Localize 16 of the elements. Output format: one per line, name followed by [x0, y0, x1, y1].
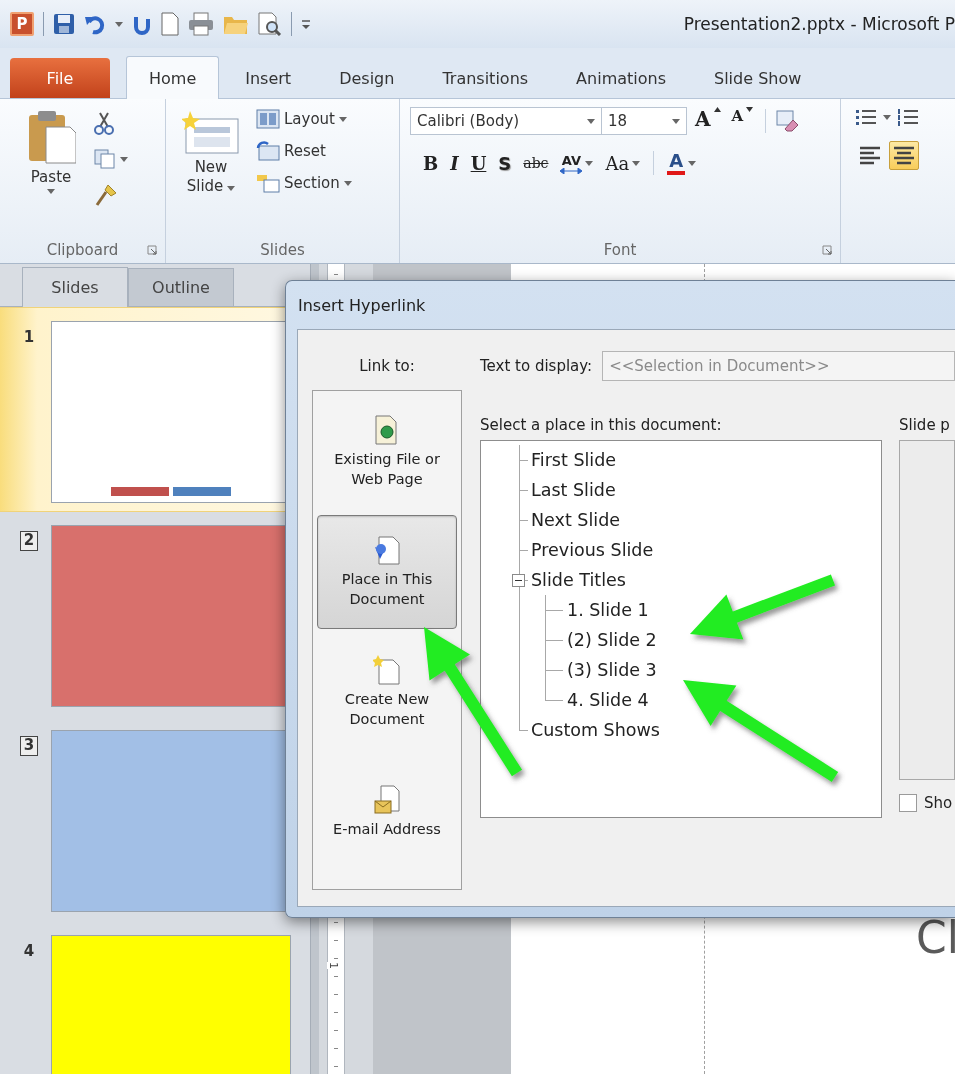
window-title: Presentation2.pptx - Microsoft P	[683, 14, 955, 34]
group-label: Clipboard	[46, 241, 119, 259]
group-label: Slides	[260, 241, 305, 259]
link-to-label: Link to:	[359, 357, 415, 375]
slide-number: 1	[22, 327, 36, 347]
ruler-label: 1	[327, 962, 340, 969]
checkbox-label: Sho	[924, 794, 953, 812]
slide-number: 4	[22, 941, 36, 961]
app-icon: P	[10, 12, 34, 36]
tree-label: Select a place in this document:	[480, 416, 722, 434]
hidden-slide-number: 2	[20, 531, 38, 551]
group-label: Font	[603, 241, 637, 259]
slide-title-text: Cl	[916, 912, 955, 963]
hidden-slide-number: 3	[20, 736, 38, 756]
field-label: Text to display:	[480, 357, 593, 375]
preview-label: Slide p	[899, 416, 950, 434]
